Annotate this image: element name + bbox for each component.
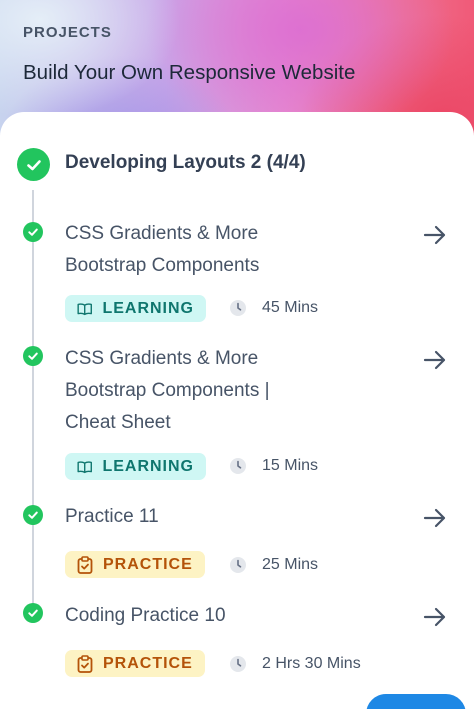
learning-badge: LEARNING (65, 295, 206, 322)
clock-icon (230, 656, 246, 672)
badge-label: PRACTICE (103, 555, 193, 573)
title-line: Bootstrap Components (65, 255, 260, 276)
book-open-icon (77, 302, 92, 315)
title-line: Cheat Sheet (65, 412, 171, 433)
section-complete-icon (17, 148, 50, 181)
practice-badge: PRACTICE (65, 551, 205, 578)
item-duration: 2 Hrs 30 Mins (262, 655, 361, 672)
item-title-practice-11[interactable]: Practice 11 (65, 501, 405, 533)
arrow-right-icon[interactable] (422, 505, 448, 531)
badge-label: LEARNING (102, 457, 194, 475)
section-title: Developing Layouts 2 (4/4) (65, 152, 306, 173)
clock-icon (230, 458, 246, 474)
item-duration: 25 Mins (262, 556, 319, 573)
book-open-icon (77, 460, 92, 473)
arrow-right-icon[interactable] (422, 604, 448, 630)
learning-badge: LEARNING (65, 453, 206, 480)
item-title-css-gradients-cheat-sheet[interactable]: CSS Gradients & More Bootstrap Component… (65, 343, 405, 439)
project-title: Build Your Own Responsive Website (23, 61, 356, 84)
badge-label: LEARNING (102, 299, 194, 317)
clock-icon (230, 300, 246, 316)
floating-action-button[interactable] (366, 694, 466, 709)
title-line: Coding Practice 10 (65, 605, 226, 626)
title-line: Practice 11 (65, 506, 159, 527)
item-complete-icon (23, 505, 43, 525)
badge-label: PRACTICE (103, 654, 193, 672)
timeline-line (32, 190, 34, 622)
eyebrow-label: PROJECTS (23, 24, 112, 41)
item-title-css-gradients[interactable]: CSS Gradients & More Bootstrap Component… (65, 218, 405, 282)
title-line: CSS Gradients & More (65, 223, 259, 244)
title-line: Bootstrap Components | (65, 380, 270, 401)
item-duration: 45 Mins (262, 299, 319, 316)
arrow-right-icon[interactable] (422, 222, 448, 248)
item-complete-icon (23, 222, 43, 242)
item-complete-icon (23, 603, 43, 623)
title-line: CSS Gradients & More (65, 348, 259, 369)
clock-icon (230, 557, 246, 573)
clipboard-check-icon (77, 555, 93, 574)
clipboard-check-icon (77, 654, 93, 673)
arrow-right-icon[interactable] (422, 347, 448, 373)
item-duration: 15 Mins (262, 457, 319, 474)
item-complete-icon (23, 346, 43, 366)
item-title-coding-practice-10[interactable]: Coding Practice 10 (65, 600, 405, 632)
practice-badge: PRACTICE (65, 650, 205, 677)
